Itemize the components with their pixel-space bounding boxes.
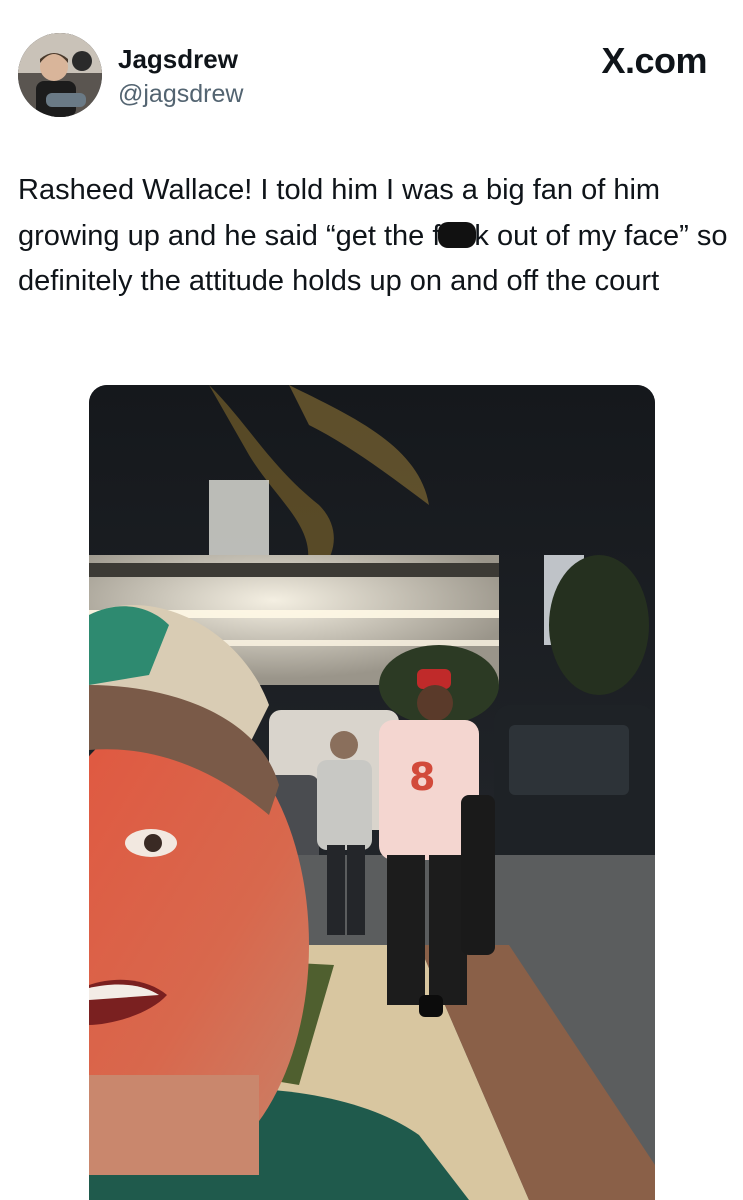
jersey-number: 8 <box>409 755 435 799</box>
display-name[interactable]: Jagsdrew <box>118 44 238 75</box>
redaction-mark <box>438 221 477 248</box>
user-handle[interactable]: @jagsdrew <box>118 80 243 109</box>
tweet-photo[interactable]: 8 <box>89 385 655 1200</box>
avatar-image <box>18 33 102 117</box>
tweet-text: Rasheed Wallace! I told him I was a big … <box>18 168 733 305</box>
tweet-header: Jagsdrew @jagsdrew X.com <box>0 0 743 140</box>
avatar[interactable] <box>18 33 102 117</box>
x-logo: X.com <box>601 40 707 81</box>
photo-icon: 8 <box>89 385 655 1200</box>
